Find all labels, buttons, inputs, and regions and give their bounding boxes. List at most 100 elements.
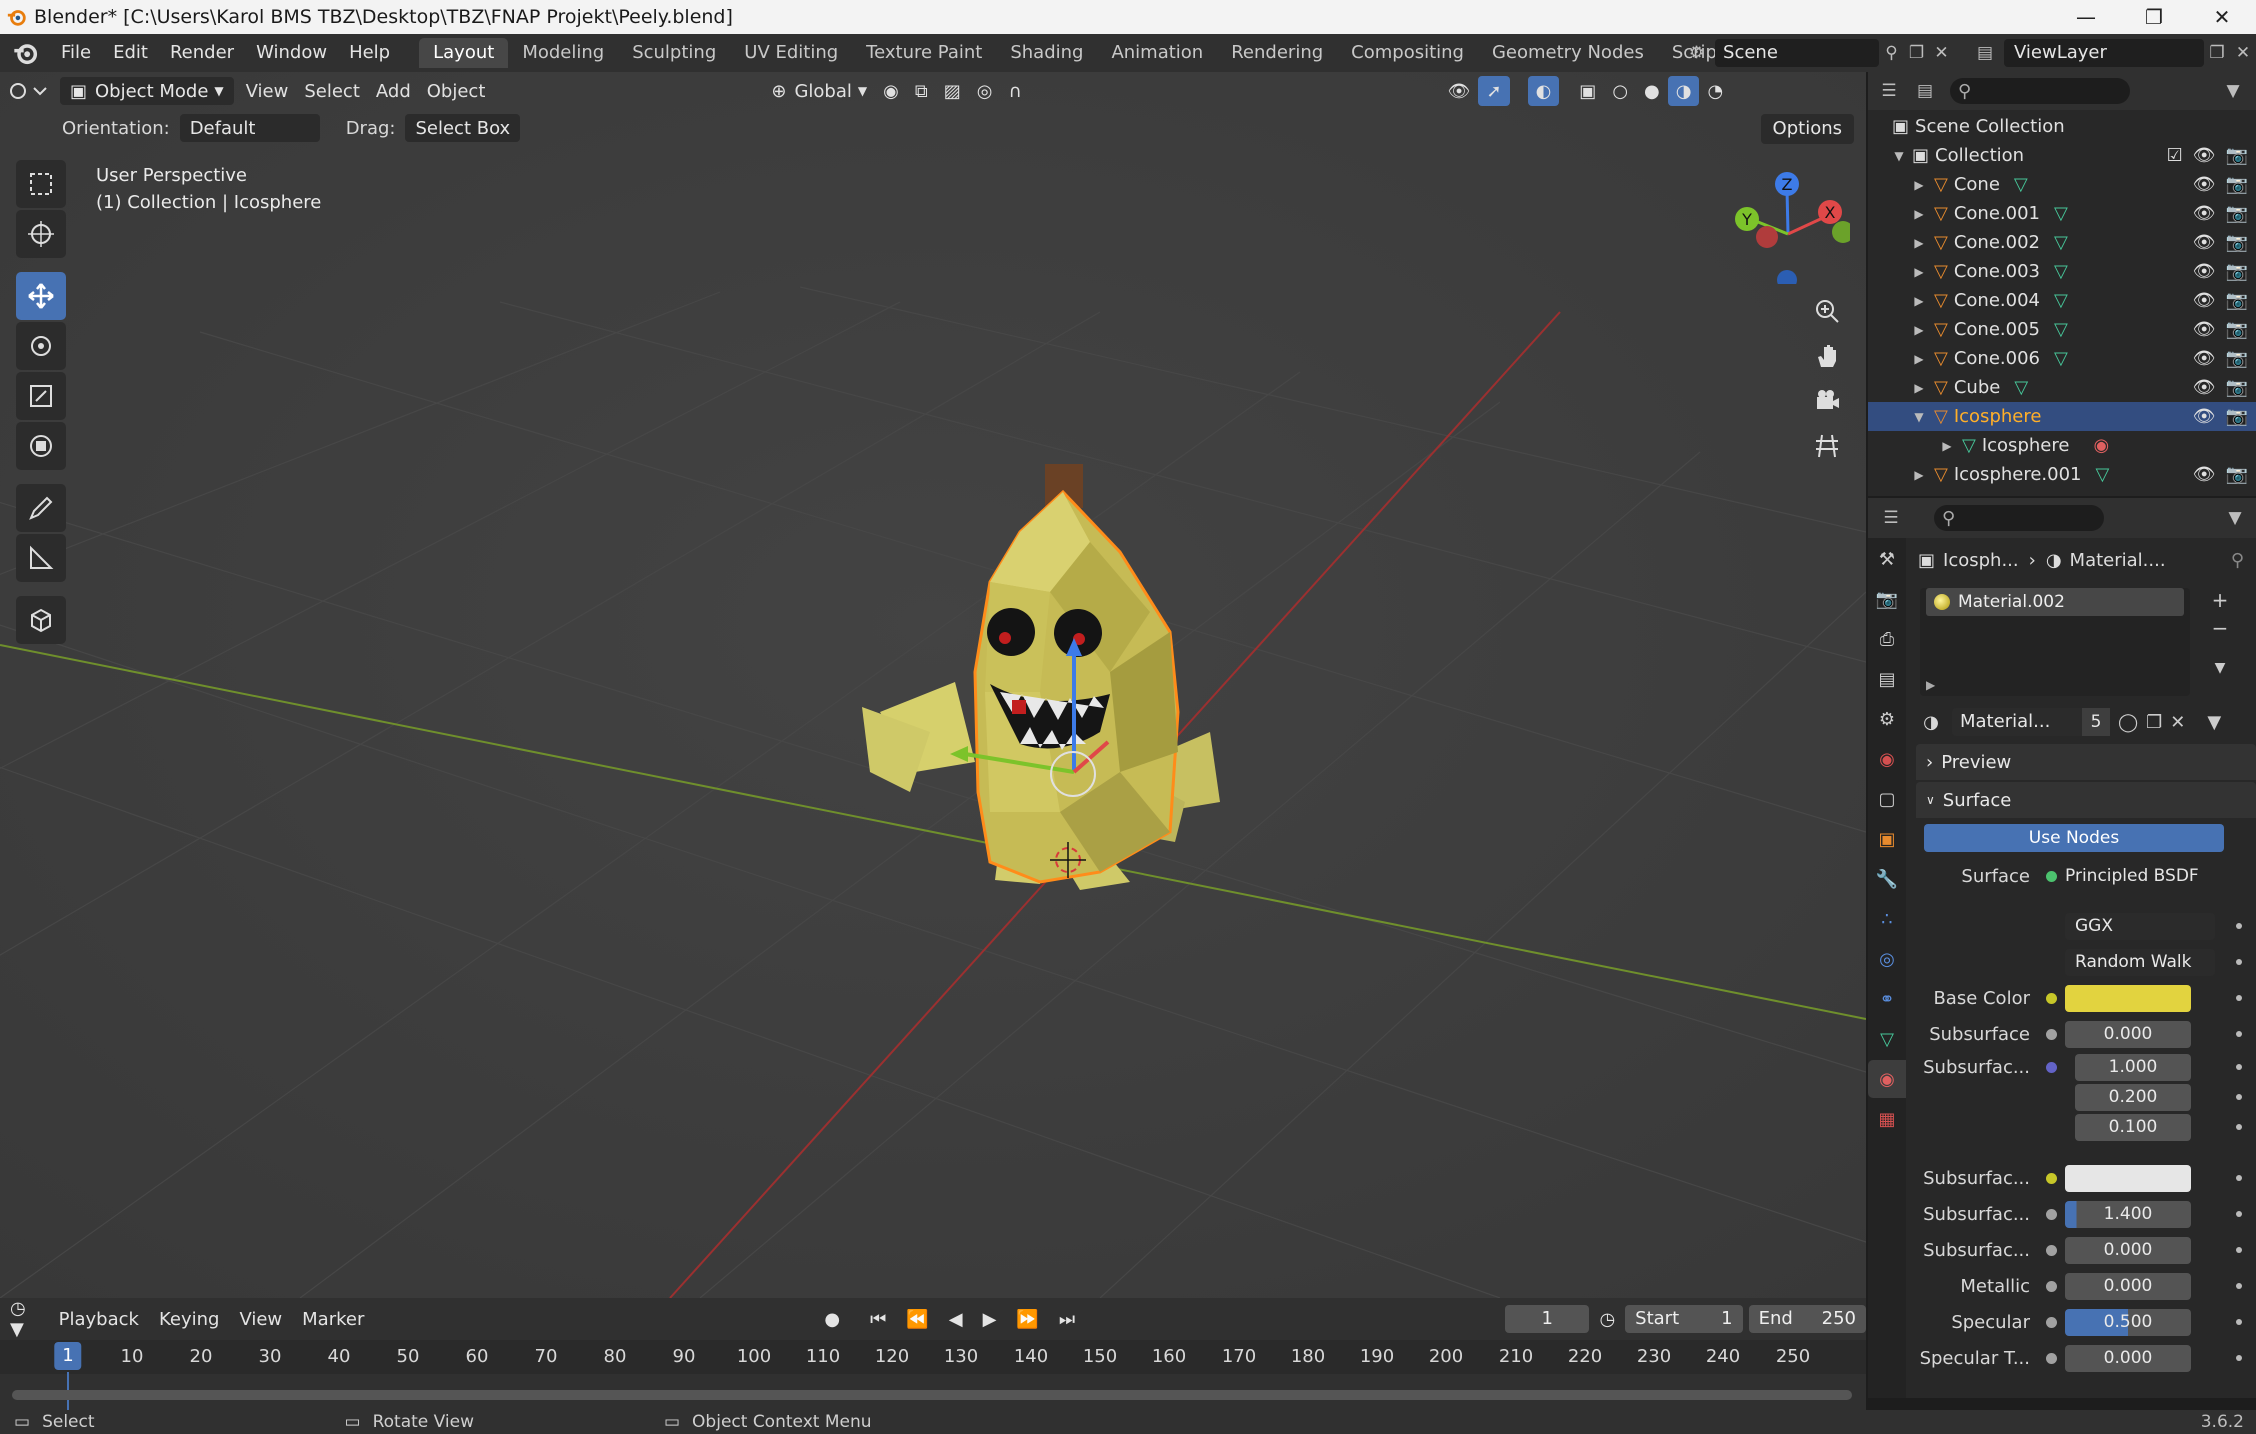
- options-button[interactable]: Options: [1760, 114, 1854, 144]
- base-color-swatch[interactable]: [2065, 984, 2191, 1012]
- tab-geometry-nodes[interactable]: Geometry Nodes: [1478, 38, 1658, 68]
- eye-icon[interactable]: 👁: [2193, 348, 2216, 369]
- collection-row[interactable]: ▼ ▣ Collection ☑ 👁 📷: [1868, 141, 2256, 170]
- output-tab-icon[interactable]: ⎙: [1868, 620, 1906, 658]
- expand-arrow-icon[interactable]: ▶: [1910, 323, 1928, 337]
- fake-user-icon[interactable]: ◯: [2118, 712, 2138, 733]
- new-view-layer-icon[interactable]: ❐: [2204, 40, 2230, 66]
- duplicate-material-icon[interactable]: ❐: [2146, 712, 2162, 733]
- minimize-button[interactable]: —: [2052, 0, 2120, 34]
- start-frame-field[interactable]: Start 1: [1625, 1305, 1743, 1333]
- delete-view-layer-icon[interactable]: ✕: [2230, 40, 2256, 66]
- node-tree-icon[interactable]: ▼: [2207, 712, 2221, 733]
- viewport-menu-view[interactable]: View: [238, 76, 297, 106]
- material-slot[interactable]: Material.002: [1926, 588, 2184, 616]
- keyframe-dot[interactable]: [2236, 1283, 2242, 1289]
- subsurface-anisotropy-field[interactable]: 0.000: [2065, 1236, 2191, 1264]
- display-mode-icon[interactable]: ▤: [1912, 78, 1938, 104]
- keyframe-dot[interactable]: [2236, 1175, 2242, 1181]
- view-layer-icon[interactable]: ▤: [1972, 40, 1998, 66]
- ortho-grid-icon[interactable]: [1808, 427, 1846, 465]
- timeline-menu-marker[interactable]: Marker: [292, 1309, 374, 1330]
- wireframe-shading-icon[interactable]: ○: [1604, 76, 1636, 106]
- tab-layout[interactable]: Layout: [419, 38, 509, 68]
- rotate-tool[interactable]: [16, 322, 66, 370]
- value-socket-icon[interactable]: [2046, 1208, 2057, 1220]
- viewport-menu-add[interactable]: Add: [368, 76, 419, 106]
- camera-icon[interactable]: 📷: [2226, 319, 2248, 340]
- end-frame-field[interactable]: End 250: [1748, 1305, 1866, 1333]
- clock-icon[interactable]: ◷: [1589, 1309, 1625, 1330]
- browse-material-icon[interactable]: ◑: [1916, 712, 1946, 733]
- pin-icon[interactable]: ⚲: [2231, 550, 2244, 571]
- camera-icon[interactable]: 📷: [2226, 348, 2248, 369]
- value-socket-icon[interactable]: [2046, 1028, 2057, 1040]
- tab-uv-editing[interactable]: UV Editing: [730, 38, 852, 68]
- menu-render[interactable]: Render: [159, 34, 245, 72]
- transform-orientation-dropdown[interactable]: ⊕ Global ▼: [763, 76, 875, 106]
- remove-slot-icon[interactable]: −: [2206, 616, 2234, 644]
- expand-arrow-icon[interactable]: ▼: [1910, 410, 1928, 424]
- material-icon[interactable]: ◉: [2093, 435, 2109, 456]
- filter-icon[interactable]: ▼: [2220, 78, 2246, 104]
- camera-icon[interactable]: 📷: [2226, 145, 2248, 166]
- surface-panel-header[interactable]: ∨ Surface: [1916, 782, 2256, 818]
- metallic-field[interactable]: 0.000: [2065, 1272, 2191, 1300]
- keyframe-dot[interactable]: [2236, 1247, 2242, 1253]
- viewport-menu-object[interactable]: Object: [419, 76, 494, 106]
- use-nodes-button[interactable]: Use Nodes: [1924, 824, 2224, 852]
- menu-file[interactable]: File: [50, 34, 102, 72]
- outliner-item-selected[interactable]: ▼ ▽ Icosphere 👁 📷: [1868, 402, 2256, 431]
- outliner-item[interactable]: ▶ ▽ Cone.004 ▽ 👁 📷: [1868, 286, 2256, 315]
- outliner-item[interactable]: ▶ ▽ Cone.006 ▽ 👁 📷: [1868, 344, 2256, 373]
- eye-icon[interactable]: 👁: [2193, 203, 2216, 224]
- scene-collection-row[interactable]: ▣ Scene Collection: [1868, 112, 2256, 141]
- maximize-button[interactable]: ❐: [2120, 0, 2188, 34]
- keyframe-dot[interactable]: [2236, 959, 2242, 965]
- camera-icon[interactable]: 📷: [2226, 464, 2248, 485]
- viewport-menu-select[interactable]: Select: [296, 76, 368, 106]
- outliner-item[interactable]: ▶ ▽ Icosphere ◉: [1868, 431, 2256, 460]
- menu-help[interactable]: Help: [338, 34, 401, 72]
- mesh-data-icon[interactable]: ▽: [2054, 203, 2068, 224]
- timeline-menu-keying[interactable]: Keying: [149, 1309, 229, 1330]
- snap-target-icon[interactable]: ▨: [936, 76, 969, 106]
- value-socket-icon[interactable]: [2046, 1244, 2057, 1256]
- specular-field[interactable]: 0.500: [2065, 1308, 2191, 1336]
- rendered-shading-icon[interactable]: ◔: [1699, 76, 1731, 106]
- outliner-editor-icon[interactable]: ☰: [1876, 78, 1902, 104]
- eye-icon[interactable]: 👁: [2193, 174, 2216, 195]
- pin-icon[interactable]: ⚲: [1879, 40, 1904, 66]
- close-button[interactable]: ✕: [2188, 0, 2256, 34]
- playhead[interactable]: 1: [54, 1342, 82, 1370]
- physics-tab-icon[interactable]: ◎: [1868, 940, 1906, 978]
- timeline-ruler[interactable]: 1 10 20 30 40 50 60 70 80 90 100 110 120…: [0, 1340, 1866, 1374]
- subsurface-ior-field[interactable]: 1.400: [2065, 1200, 2191, 1228]
- vector-socket-icon[interactable]: [2046, 1061, 2057, 1073]
- eye-icon[interactable]: 👁: [2193, 232, 2216, 253]
- navigation-gizmo[interactable]: Z X Y: [1730, 164, 1854, 290]
- subsurface-radius-x[interactable]: 1.000: [2075, 1053, 2191, 1081]
- shader-value[interactable]: Principled BSDF: [2065, 866, 2199, 886]
- checkbox-icon[interactable]: ☑: [2167, 145, 2183, 166]
- distribution-dropdown[interactable]: GGX: [2065, 912, 2215, 940]
- expand-arrow-icon[interactable]: ▶: [1910, 236, 1928, 250]
- eye-icon[interactable]: 👁: [2193, 290, 2216, 311]
- expand-arrow-icon[interactable]: ▶: [1926, 678, 1935, 692]
- timeline-scrollbar[interactable]: [12, 1390, 1852, 1400]
- eye-icon[interactable]: 👁: [2193, 377, 2216, 398]
- properties-search-input[interactable]: ⚲: [1934, 505, 2104, 531]
- pan-hand-icon[interactable]: [1808, 337, 1846, 375]
- add-slot-icon[interactable]: +: [2206, 588, 2234, 616]
- expand-arrow-icon[interactable]: ▶: [1910, 265, 1928, 279]
- tab-rendering[interactable]: Rendering: [1217, 38, 1337, 68]
- new-scene-icon[interactable]: ❐: [1904, 40, 1929, 66]
- select-box-tool[interactable]: [16, 160, 66, 208]
- material-tab-icon[interactable]: ◉: [1868, 1060, 1906, 1098]
- jump-start-icon[interactable]: ⏮: [860, 1309, 896, 1330]
- expand-arrow-icon[interactable]: ▶: [1910, 178, 1928, 192]
- zoom-icon[interactable]: [1808, 292, 1846, 330]
- eye-icon[interactable]: 👁: [2193, 464, 2216, 485]
- expand-arrow-icon[interactable]: ▶: [1910, 468, 1928, 482]
- particles-tab-icon[interactable]: ∴: [1868, 900, 1906, 938]
